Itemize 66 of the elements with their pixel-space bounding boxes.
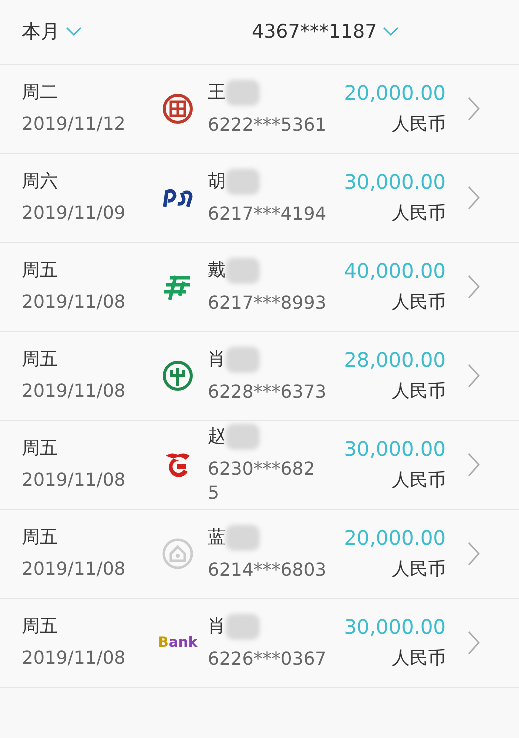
bank-logo-icon — [162, 187, 194, 209]
payee-name: 王 — [208, 81, 226, 105]
payee-name: 胡 — [208, 170, 226, 194]
bank-logo-icon — [162, 360, 194, 392]
caret-icon — [383, 27, 400, 37]
amount-text: 30,000.00 — [344, 615, 446, 639]
amount-text: 40,000.00 — [344, 259, 446, 283]
date-text: 2019/11/09 — [22, 202, 126, 226]
chevron-right-icon — [468, 97, 480, 121]
payee-name: 肖 — [208, 348, 226, 372]
blurred-name — [226, 169, 260, 195]
amount-text: 30,000.00 — [344, 170, 446, 194]
card-dropdown[interactable]: 4367***1187 — [252, 21, 400, 43]
payee-name: 肖 — [208, 615, 226, 639]
chevron-right-icon — [468, 364, 480, 388]
amount-text: 20,000.00 — [344, 526, 446, 550]
date-text: 2019/11/08 — [22, 558, 126, 582]
caret-icon — [66, 27, 82, 37]
date-text: 2019/11/12 — [22, 113, 126, 137]
weekday-text: 周五 — [22, 615, 58, 639]
card-number: 6230***6825 — [208, 458, 316, 506]
card-number: 6217***4194 — [208, 203, 327, 227]
amount-text: 20,000.00 — [344, 81, 446, 105]
blurred-name — [226, 80, 260, 106]
chevron-right-icon — [468, 542, 480, 566]
currency-text: 人民币 — [392, 202, 446, 226]
blurred-name — [226, 347, 260, 373]
currency-text: 人民币 — [392, 469, 446, 493]
date-text: 2019/11/08 — [22, 469, 126, 493]
date-text: 2019/11/08 — [22, 647, 126, 671]
weekday-text: 周五 — [22, 259, 58, 283]
chevron-right-icon — [468, 453, 480, 477]
house-logo-icon — [162, 538, 194, 570]
weekday-text: 周五 — [22, 437, 58, 461]
payee-name: 赵 — [208, 425, 226, 449]
card-number: 6222***5361 — [208, 114, 327, 138]
period-dropdown[interactable]: 本月 — [22, 19, 252, 45]
bank-logo-icon — [162, 93, 194, 125]
chevron-right-icon — [468, 631, 480, 655]
blurred-name — [226, 525, 260, 551]
card-number: 6214***6803 — [208, 559, 327, 583]
bank-logo: Bank — [158, 635, 198, 651]
amount-text: 30,000.00 — [344, 437, 446, 461]
currency-text: 人民币 — [392, 113, 446, 137]
weekday-text: 周五 — [22, 348, 58, 372]
weekday-text: 周二 — [22, 81, 58, 105]
payee-name: 蓝 — [208, 526, 226, 550]
currency-text: 人民币 — [392, 380, 446, 404]
card-number: 6228***6373 — [208, 381, 327, 405]
weekday-text: 周六 — [22, 170, 58, 194]
currency-text: 人民币 — [392, 291, 446, 315]
currency-text: 人民币 — [392, 558, 446, 582]
payee-name: 戴 — [208, 259, 226, 283]
chevron-right-icon — [468, 275, 480, 299]
blurred-name — [226, 614, 260, 640]
chevron-right-icon — [468, 186, 480, 210]
blurred-name — [226, 424, 260, 450]
card-number: 6217***8993 — [208, 292, 327, 316]
currency-text: 人民币 — [392, 647, 446, 671]
date-text: 2019/11/08 — [22, 380, 126, 404]
weekday-text: 周五 — [22, 526, 58, 550]
amount-text: 28,000.00 — [344, 348, 446, 372]
card-number: 6226***0367 — [208, 648, 327, 672]
date-text: 2019/11/08 — [22, 291, 126, 315]
blurred-name — [226, 258, 260, 284]
transaction-row[interactable]: 周五 2019/11/08 赵 6230***6825 30,000.00 人民币 — [0, 421, 519, 510]
